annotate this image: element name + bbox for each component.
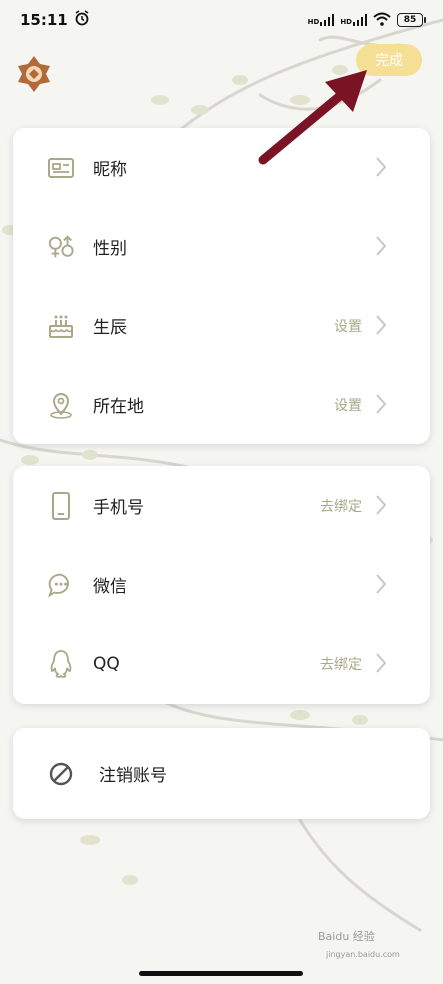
nickname-label: 昵称 xyxy=(93,160,127,180)
account-binding-card: 手机号 去绑定 微信 QQ 去绑定 xyxy=(13,466,430,704)
chevron-right-icon xyxy=(376,495,387,515)
alarm-icon xyxy=(74,10,90,30)
status-bar: 15:11 HD HD 85 xyxy=(0,0,443,40)
hd-label-2: HD xyxy=(340,18,352,26)
battery-icon: 85 xyxy=(397,13,426,27)
location-label: 所在地 xyxy=(93,397,144,417)
chevron-right-icon xyxy=(376,574,387,594)
ban-icon xyxy=(47,760,75,788)
chevron-right-icon xyxy=(376,236,387,256)
annotation-arrow xyxy=(258,70,367,165)
status-indicators: HD HD 85 xyxy=(308,12,426,28)
chevron-right-icon xyxy=(376,315,387,335)
baidu-watermark-url: jingyan.baidu.com xyxy=(326,950,400,959)
birthday-label: 生辰 xyxy=(93,318,127,338)
cake-icon xyxy=(47,312,75,340)
home-indicator[interactable] xyxy=(139,971,303,976)
qq-row[interactable]: QQ 去绑定 xyxy=(13,624,430,703)
deactivate-account-row[interactable]: 注销账号 xyxy=(13,728,430,819)
gender-icon xyxy=(47,233,75,261)
gender-row[interactable]: 性别 xyxy=(13,207,430,286)
birthday-row[interactable]: 生辰 设置 xyxy=(13,286,430,365)
app-logo-icon xyxy=(14,54,54,94)
location-row[interactable]: 所在地 设置 xyxy=(13,365,430,444)
deactivate-account-label: 注销账号 xyxy=(99,766,167,786)
chevron-right-icon xyxy=(376,394,387,414)
chevron-right-icon xyxy=(376,157,387,177)
qq-penguin-icon xyxy=(47,649,75,678)
gender-label: 性别 xyxy=(93,239,127,259)
qq-label: QQ xyxy=(93,653,120,674)
profile-card: 昵称 性别 生辰 设置 所在地 设置 xyxy=(13,128,430,444)
phone-label: 手机号 xyxy=(93,498,144,518)
birthday-value: 设置 xyxy=(334,318,362,335)
signal-icon-1: HD xyxy=(308,14,335,26)
chevron-right-icon xyxy=(376,653,387,673)
wechat-label: 微信 xyxy=(93,577,127,597)
id-card-icon xyxy=(47,154,75,182)
phone-bind-link[interactable]: 去绑定 xyxy=(320,496,362,516)
status-time: 15:11 xyxy=(20,11,68,29)
wechat-row[interactable]: 微信 xyxy=(13,545,430,624)
wechat-chat-icon xyxy=(47,571,75,599)
hd-label-1: HD xyxy=(307,18,320,26)
phone-row[interactable]: 手机号 去绑定 xyxy=(13,466,430,545)
signal-icon-2: HD xyxy=(340,14,367,26)
baidu-watermark: Baidu 经验 xyxy=(318,930,375,943)
location-value: 设置 xyxy=(334,397,362,414)
qq-bind-link[interactable]: 去绑定 xyxy=(320,654,362,674)
wifi-icon xyxy=(373,12,391,28)
location-pin-icon xyxy=(47,391,75,419)
phone-icon xyxy=(47,491,75,520)
deactivate-card: 注销账号 xyxy=(13,728,430,819)
